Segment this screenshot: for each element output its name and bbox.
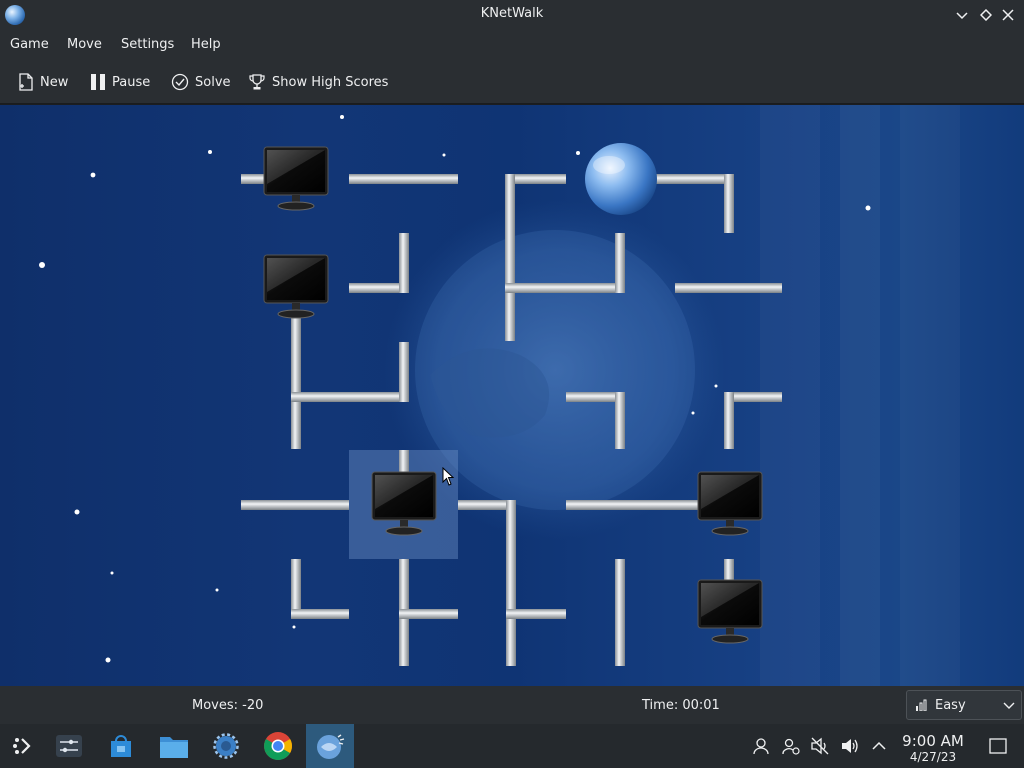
menu-settings[interactable]: Settings bbox=[121, 37, 174, 52]
tray-volume[interactable] bbox=[840, 736, 860, 756]
new-label: New bbox=[40, 74, 69, 90]
taskbar-knetwalk[interactable] bbox=[306, 724, 354, 768]
status-bar: Moves: -20 Time: 00:01 Easy bbox=[0, 686, 1024, 724]
taskbar: 9:00 AM 4/27/23 bbox=[0, 724, 1024, 768]
new-button[interactable]: New bbox=[18, 70, 68, 94]
new-document-icon bbox=[19, 73, 33, 91]
discover-store-icon bbox=[111, 735, 131, 757]
clock-time[interactable]: 9:00 AM bbox=[897, 732, 969, 750]
difficulty-bars-icon bbox=[916, 699, 927, 711]
application-launcher-button[interactable] bbox=[0, 724, 48, 768]
solve-label: Solve bbox=[195, 74, 231, 90]
mouse-cursor-icon bbox=[442, 467, 455, 486]
menu-bar: Game Move Settings Help bbox=[0, 30, 1024, 60]
pause-label: Pause bbox=[112, 74, 151, 90]
tray-user[interactable] bbox=[751, 736, 771, 756]
system-settings-gear-icon bbox=[213, 733, 239, 759]
menu-game[interactable]: Game bbox=[10, 37, 49, 52]
game-board[interactable] bbox=[0, 105, 1024, 686]
difficulty-select[interactable]: Easy bbox=[906, 690, 1022, 720]
taskbar-file-manager[interactable] bbox=[150, 724, 198, 768]
difficulty-value: Easy bbox=[935, 697, 966, 713]
minimize-button[interactable] bbox=[952, 5, 972, 25]
chevron-up-icon bbox=[872, 741, 886, 750]
show-high-scores-button[interactable]: Show High Scores bbox=[248, 70, 388, 94]
show-desktop-button[interactable] bbox=[988, 736, 1008, 756]
application-launcher-icon bbox=[13, 738, 31, 754]
taskbar-system-settings[interactable] bbox=[202, 724, 250, 768]
window-title: KNetWalk bbox=[480, 6, 544, 21]
show-desktop-icon bbox=[989, 738, 1007, 754]
menu-help[interactable]: Help bbox=[191, 37, 221, 52]
clock-date[interactable]: 4/27/23 bbox=[897, 750, 969, 764]
close-icon bbox=[1002, 9, 1014, 21]
file-manager-icon bbox=[160, 737, 188, 758]
title-bar: KNetWalk bbox=[0, 0, 1024, 30]
show-high-scores-label: Show High Scores bbox=[272, 74, 389, 90]
user-icon bbox=[753, 738, 769, 755]
computer-icon bbox=[263, 254, 329, 319]
user-switch-icon bbox=[782, 738, 800, 755]
computer-icon bbox=[697, 471, 763, 536]
board-canvas bbox=[39, 105, 880, 686]
chrome-icon bbox=[264, 732, 292, 760]
solve-button[interactable]: Solve bbox=[171, 70, 231, 94]
tray-expand[interactable] bbox=[869, 736, 889, 756]
pause-button[interactable]: Pause bbox=[90, 70, 150, 94]
server-globe-icon bbox=[585, 143, 657, 215]
close-button[interactable] bbox=[998, 5, 1018, 25]
chevron-down-icon bbox=[956, 12, 968, 20]
settings-sliders-icon bbox=[56, 735, 82, 757]
time-counter: Time: 00:01 bbox=[642, 698, 720, 713]
chevron-down-icon bbox=[1003, 702, 1015, 709]
diamond-icon bbox=[980, 9, 992, 21]
volume-icon bbox=[842, 739, 858, 753]
computer-icon bbox=[263, 146, 329, 211]
taskbar-settings-sliders[interactable] bbox=[45, 724, 93, 768]
taskbar-chrome[interactable] bbox=[254, 724, 302, 768]
tray-user-switch[interactable] bbox=[781, 736, 801, 756]
pause-icon bbox=[91, 74, 105, 90]
toolbar: New Pause Solve Show High Scores bbox=[0, 60, 1024, 104]
maximize-button[interactable] bbox=[976, 5, 996, 25]
taskbar-discover[interactable] bbox=[97, 724, 145, 768]
knetwalk-icon bbox=[317, 734, 345, 759]
trophy-icon bbox=[249, 74, 265, 90]
menu-move[interactable]: Move bbox=[67, 37, 102, 52]
moves-counter: Moves: -20 bbox=[192, 698, 264, 713]
checkmark-circle-icon bbox=[171, 73, 189, 91]
computer-icon bbox=[697, 579, 763, 644]
volume-muted-icon bbox=[811, 737, 829, 755]
tray-mute[interactable] bbox=[810, 736, 830, 756]
